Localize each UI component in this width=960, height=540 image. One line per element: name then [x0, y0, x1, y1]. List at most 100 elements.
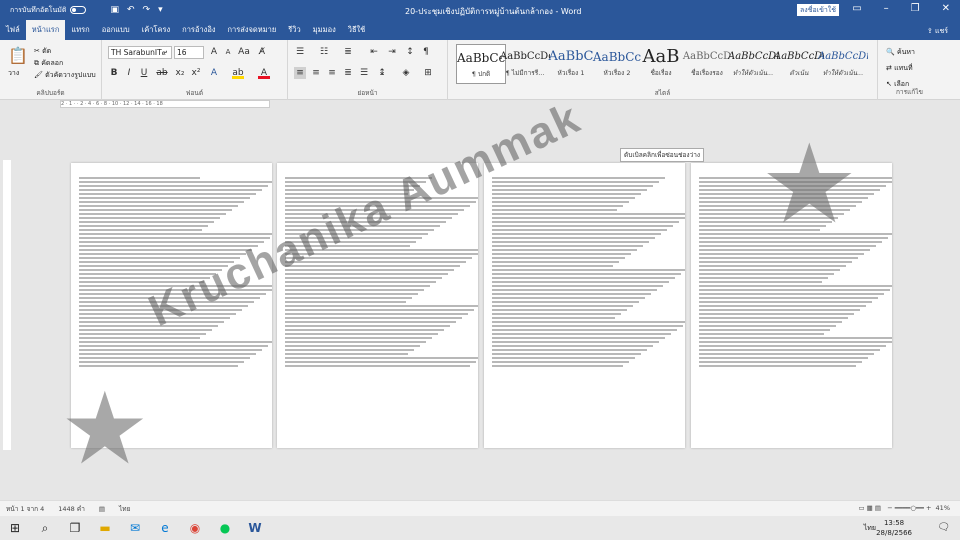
task-view-icon[interactable]: ❐ — [60, 516, 90, 540]
copy-button[interactable]: ⧉ คัดลอก — [34, 58, 63, 69]
customize-icon[interactable]: ▾ — [158, 5, 163, 15]
italic-icon[interactable]: I — [123, 67, 135, 79]
text-line — [285, 253, 478, 255]
strikethrough-icon[interactable]: ab — [156, 67, 168, 79]
text-line — [492, 245, 643, 247]
style-title[interactable]: AaB ชื่อเรื่อง — [636, 44, 686, 84]
word-count[interactable]: 1448 คำ — [58, 504, 85, 514]
text-line — [79, 325, 218, 327]
font-color-icon[interactable]: A — [258, 67, 270, 79]
shading-icon[interactable]: ◈ — [400, 67, 412, 79]
borders-icon[interactable]: ⊞ — [422, 67, 434, 79]
zoom-control[interactable]: ▭ ▦ ▤ − ━━━━○━━ + 41% — [858, 504, 950, 512]
search-icon[interactable]: ⌕ — [30, 516, 60, 540]
undo-icon[interactable]: ↶ — [127, 5, 135, 15]
numbering-icon[interactable]: ☷ — [318, 46, 330, 58]
multilevel-icon[interactable]: ≣ — [342, 46, 354, 58]
sort-icon[interactable]: ↕ — [404, 46, 416, 58]
text-line — [285, 313, 468, 315]
superscript-icon[interactable]: x² — [190, 67, 202, 79]
autosave-toggle[interactable]: การบันทึกอัตโนมัติ — [10, 5, 87, 16]
notification-icon[interactable]: 🗨 — [937, 522, 950, 533]
tab-design[interactable]: ออกแบบ — [96, 20, 136, 40]
style-subtle-emphasis[interactable]: AaBbCcDi ทำให้ตัวเน้น... — [728, 44, 778, 84]
paste-icon[interactable]: 📋 — [8, 46, 28, 65]
paragraph-mark-icon[interactable]: ¶ — [420, 46, 432, 58]
grow-font-icon[interactable]: A — [208, 46, 220, 58]
sign-in-button[interactable]: ลงชื่อเข้าใช้ — [797, 4, 839, 16]
format-painter-button[interactable]: 🖌 ตัวคัดวางรูปแบบ — [34, 70, 96, 81]
highlight-icon[interactable]: ab — [232, 67, 244, 79]
tab-review[interactable]: รีวิว — [282, 20, 306, 40]
text-line — [79, 257, 240, 259]
style-normal[interactable]: AaBbCcI ¶ ปกติ — [456, 44, 506, 84]
file-explorer-icon[interactable]: ▬ — [90, 516, 120, 540]
tab-view[interactable]: มุมมอง — [307, 20, 342, 40]
taskbar-clock[interactable]: 13:58 28/8/2566 — [876, 518, 912, 538]
page-2[interactable] — [277, 163, 478, 448]
page-4[interactable] — [691, 163, 892, 448]
line-icon[interactable]: ● — [210, 516, 240, 540]
windows-start-icon[interactable]: ⊞ — [0, 516, 30, 540]
text-effects-icon[interactable]: A — [208, 67, 220, 79]
word-icon[interactable]: W — [240, 516, 270, 540]
shrink-font-icon[interactable]: A — [222, 46, 234, 58]
taskbar-language[interactable]: ไทย — [864, 523, 876, 534]
subscript-icon[interactable]: x₂ — [174, 67, 186, 79]
tab-insert[interactable]: แทรก — [65, 20, 95, 40]
style-subtitle[interactable]: AaBbCcD ชื่อเรื่องรอง — [682, 44, 732, 84]
style-emphasis[interactable]: AaBbCcDi ตัวเน้น — [774, 44, 824, 84]
replace-button[interactable]: ⇄ แทนที่ — [886, 60, 915, 76]
text-line — [492, 249, 637, 251]
style-heading-2[interactable]: AaBbCc หัวเรื่อง 2 — [592, 44, 642, 84]
page-3[interactable] — [484, 163, 685, 448]
align-center-icon[interactable]: ≡ — [310, 67, 322, 79]
proofing-icon[interactable]: ▤ — [99, 505, 105, 513]
share-button[interactable]: ⇪ แชร์ — [927, 26, 948, 37]
language-indicator[interactable]: ไทย — [119, 504, 130, 514]
style-no-spacing[interactable]: AaBbCcDd ¶ ไม่มีการรี... — [500, 44, 550, 84]
text-line — [492, 193, 641, 195]
cut-button[interactable]: ✂ ตัด — [34, 46, 51, 57]
tab-file[interactable]: ไฟล์ — [0, 20, 26, 40]
edge-icon[interactable]: e — [150, 516, 180, 540]
tab-references[interactable]: การอ้างอิง — [176, 20, 221, 40]
font-name-dropdown[interactable]: TH SarabunIT๙ — [108, 46, 172, 59]
align-right-icon[interactable]: ≡ — [326, 67, 338, 79]
paste-button[interactable]: วาง — [8, 68, 19, 79]
line-spacing-icon[interactable]: ↨ — [376, 67, 388, 79]
underline-icon[interactable]: U — [138, 67, 150, 79]
maximize-icon[interactable]: ❐ — [911, 3, 920, 14]
font-group-label: ฟอนต์ — [185, 89, 204, 97]
bold-icon[interactable]: B — [108, 67, 120, 79]
style-intense-emphasis[interactable]: AaBbCcDi ทำให้ตัวเน้น... — [818, 44, 868, 84]
page-count[interactable]: หน้า 1 จาก 4 — [6, 504, 44, 514]
clear-format-icon[interactable]: A̸ — [256, 46, 268, 58]
bullets-icon[interactable]: ☰ — [294, 46, 306, 58]
increase-indent-icon[interactable]: ⇥ — [386, 46, 398, 58]
justify-icon[interactable]: ≣ — [342, 67, 354, 79]
vertical-ruler[interactable] — [3, 160, 11, 450]
thai-distribute-icon[interactable]: ☰ — [358, 67, 370, 79]
mail-icon[interactable]: ✉ — [120, 516, 150, 540]
document-canvas[interactable] — [12, 110, 960, 498]
tab-mailings[interactable]: การส่งจดหมาย — [222, 20, 283, 40]
style-heading-1[interactable]: AaBbC หัวเรื่อง 1 — [546, 44, 596, 84]
ribbon-options-icon[interactable]: ▭ — [852, 3, 861, 14]
align-left-icon[interactable]: ≡ — [294, 67, 306, 79]
font-size-dropdown[interactable]: 16 — [174, 46, 204, 59]
horizontal-ruler[interactable]: 2 · 1 · · 2 · 4 · 6 · 8 · 10 · 12 · 14 ·… — [60, 100, 270, 108]
minimize-icon[interactable]: – — [884, 3, 889, 14]
decrease-indent-icon[interactable]: ⇤ — [368, 46, 380, 58]
save-icon[interactable]: ▣ — [110, 5, 119, 15]
redo-icon[interactable]: ↷ — [143, 5, 151, 15]
chrome-icon[interactable]: ◉ — [180, 516, 210, 540]
page-1[interactable] — [71, 163, 272, 448]
tab-home[interactable]: หน้าแรก — [25, 20, 66, 40]
tab-help[interactable]: วิธีใช้ — [342, 20, 372, 40]
tab-layout[interactable]: เค้าโครง — [136, 20, 177, 40]
change-case-icon[interactable]: Aa — [238, 46, 250, 58]
find-button[interactable]: 🔍 ค้นหา — [886, 44, 915, 60]
toggle-switch[interactable] — [70, 6, 87, 14]
close-icon[interactable]: ✕ — [942, 3, 950, 14]
